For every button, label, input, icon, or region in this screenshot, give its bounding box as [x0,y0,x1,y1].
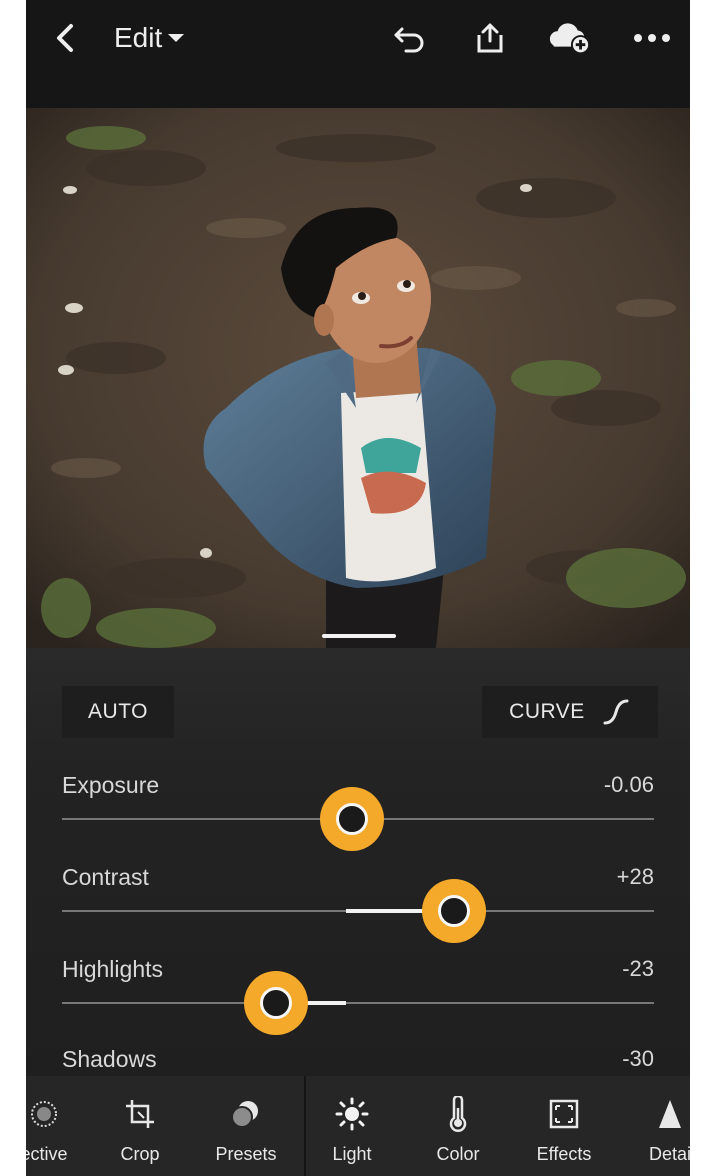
slider-value: -23 [622,956,654,981]
presets-icon [226,1094,266,1134]
top-bar: Edit [26,0,690,108]
back-icon[interactable] [44,16,88,60]
tool-selective[interactable]: ective [26,1076,92,1176]
undo-icon[interactable] [388,16,432,60]
slider-label: Exposure [62,772,160,798]
slider-thumb[interactable] [320,787,384,851]
tool-label: ective [26,1144,68,1164]
tool-label: Color [436,1144,480,1164]
slider-value: +28 [616,864,654,889]
light-adjustment-panel: AUTO CURVE Exposure -0.06 Contrast +28 H… [26,648,690,1076]
tool-color[interactable]: Color [410,1076,506,1176]
tool-crop[interactable]: Crop [92,1076,188,1176]
tool-label: Detai [648,1144,690,1164]
tool-light[interactable]: Light [304,1076,400,1176]
photo-preview[interactable] [26,108,690,648]
auto-button-label: AUTO [88,700,148,723]
detail-icon [650,1094,690,1134]
tool-label: Crop [120,1144,160,1164]
auto-button[interactable]: AUTO [62,686,174,738]
effects-icon [544,1094,584,1134]
edit-menu-label: Edit [114,22,163,53]
cloud-add-icon[interactable] [548,16,592,60]
sun-icon [332,1094,372,1134]
slider-value: -30 [622,1046,654,1071]
tool-label: Presets [215,1144,277,1164]
slider-thumb[interactable] [244,971,308,1035]
slider-label: Contrast [62,864,149,890]
slider-value: -0.06 [603,772,654,797]
panel-drag-handle[interactable] [322,634,396,638]
tool-label: Effects [536,1144,592,1164]
slider-exposure: Exposure -0.06 [62,772,654,864]
share-icon[interactable] [468,16,512,60]
tool-effects[interactable]: Effects [516,1076,612,1176]
thermometer-icon [438,1094,478,1134]
tool-presets[interactable]: Presets [198,1076,294,1176]
curve-button-label: CURVE [509,700,585,723]
slider-track[interactable] [62,1002,654,1004]
more-icon[interactable] [630,16,674,60]
curve-button[interactable]: CURVE [482,686,658,738]
crop-icon [120,1094,160,1134]
curve-icon [603,699,629,725]
tool-detail[interactable]: Detai [622,1076,690,1176]
tool-label: Light [332,1144,372,1164]
slider-highlights: Highlights -23 [62,956,654,1048]
edit-menu[interactable]: Edit [114,18,185,58]
selective-icon [26,1094,64,1134]
slider-label: Highlights [62,956,163,982]
chevron-down-icon [168,34,185,42]
slider-contrast: Contrast +28 [62,864,654,956]
slider-label: Shadows [62,1046,157,1072]
slider-thumb[interactable] [422,879,486,943]
app-frame: Edit AUTO CURVE Exposure -0.06 Contrast … [26,0,690,1176]
bottom-toolbar: ective Crop Presets Light Color [26,1076,690,1176]
